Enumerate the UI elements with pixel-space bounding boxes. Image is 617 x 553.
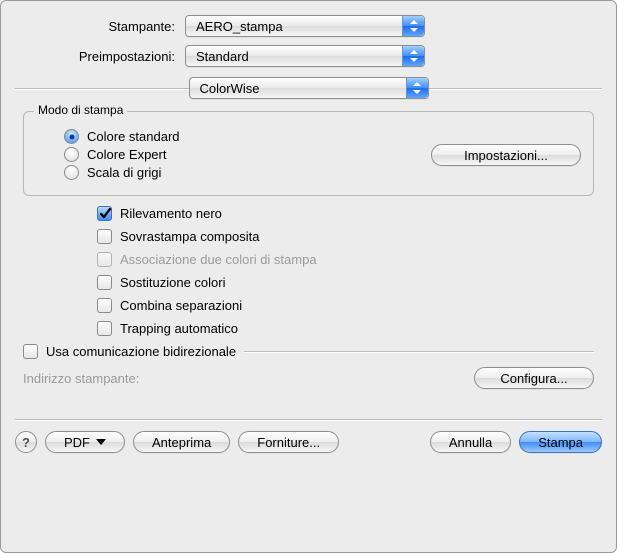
configure-button-label: Configura... bbox=[500, 371, 567, 386]
configure-button[interactable]: Configura... bbox=[474, 367, 594, 389]
printer-row: Stampante: AERO_stampa bbox=[15, 15, 602, 37]
check-auto-trapping-label: Trapping automatico bbox=[120, 321, 238, 336]
print-dialog: Stampante: AERO_stampa Preimpostazioni: … bbox=[0, 0, 617, 553]
supplies-button[interactable]: Forniture... bbox=[238, 431, 339, 453]
updown-icon bbox=[402, 46, 424, 66]
printer-address-label: Indirizzo stampante: bbox=[23, 371, 139, 386]
check-two-color-mapping bbox=[97, 252, 112, 267]
print-mode-title: Modo di stampa bbox=[34, 103, 127, 117]
pdf-menu-button[interactable]: PDF bbox=[45, 431, 125, 453]
check-bidirectional[interactable] bbox=[23, 344, 38, 359]
radio-grayscale[interactable] bbox=[64, 165, 79, 180]
check-black-detection[interactable] bbox=[97, 206, 112, 221]
separator-line bbox=[244, 351, 594, 353]
preview-button[interactable]: Anteprima bbox=[133, 431, 230, 453]
check-combine-separations[interactable] bbox=[97, 298, 112, 313]
presets-popup-value: Standard bbox=[196, 49, 249, 64]
check-composite-overprint-label: Sovrastampa composita bbox=[120, 229, 259, 244]
check-bidirectional-label: Usa comunicazione bidirezionale bbox=[46, 344, 236, 359]
radio-expert-color-label: Colore Expert bbox=[87, 147, 166, 162]
check-black-detection-label: Rilevamento nero bbox=[120, 206, 222, 221]
updown-icon bbox=[402, 16, 424, 36]
footer: ? PDF Anteprima Forniture... Annulla Sta… bbox=[15, 431, 602, 453]
check-composite-overprint[interactable] bbox=[97, 229, 112, 244]
cancel-button-label: Annulla bbox=[449, 435, 492, 450]
settings-button[interactable]: Impostazioni... bbox=[431, 144, 581, 166]
printer-address-row: Indirizzo stampante: Configura... bbox=[23, 367, 594, 389]
check-color-substitution[interactable] bbox=[97, 275, 112, 290]
pdf-button-label: PDF bbox=[64, 435, 90, 450]
pane-popup-value: ColorWise bbox=[200, 81, 260, 96]
supplies-button-label: Forniture... bbox=[257, 435, 320, 450]
printer-popup[interactable]: AERO_stampa bbox=[185, 15, 425, 37]
print-button[interactable]: Stampa bbox=[519, 431, 602, 453]
check-two-color-mapping-label: Associazione due colori di stampa bbox=[120, 252, 317, 267]
printer-label: Stampante: bbox=[15, 19, 185, 34]
check-combine-separations-label: Combina separazioni bbox=[120, 298, 242, 313]
radio-grayscale-label: Scala di grigi bbox=[87, 165, 161, 180]
help-icon: ? bbox=[22, 435, 30, 450]
presets-label: Preimpostazioni: bbox=[15, 49, 185, 64]
radio-standard-color[interactable] bbox=[64, 129, 79, 144]
updown-icon bbox=[406, 78, 428, 98]
help-button[interactable]: ? bbox=[15, 431, 37, 453]
print-button-label: Stampa bbox=[538, 435, 583, 450]
footer-separator bbox=[15, 419, 602, 421]
presets-row: Preimpostazioni: Standard bbox=[15, 45, 602, 67]
check-auto-trapping[interactable] bbox=[97, 321, 112, 336]
pane-popup[interactable]: ColorWise bbox=[189, 77, 429, 99]
options-checks: Rilevamento nero Sovrastampa composita A… bbox=[97, 206, 602, 336]
radio-standard-color-label: Colore standard bbox=[87, 129, 180, 144]
cancel-button[interactable]: Annulla bbox=[430, 431, 511, 453]
print-mode-group: Modo di stampa Colore standard Colore Ex… bbox=[23, 111, 594, 196]
bidir-row: Usa comunicazione bidirezionale bbox=[23, 344, 594, 359]
printer-popup-value: AERO_stampa bbox=[196, 19, 283, 34]
preview-button-label: Anteprima bbox=[152, 435, 211, 450]
check-color-substitution-label: Sostituzione colori bbox=[120, 275, 226, 290]
chevron-down-icon bbox=[96, 439, 106, 445]
pane-separator: ColorWise bbox=[15, 77, 602, 99]
radio-expert-color[interactable] bbox=[64, 147, 79, 162]
presets-popup[interactable]: Standard bbox=[185, 45, 425, 67]
settings-button-label: Impostazioni... bbox=[464, 148, 548, 163]
